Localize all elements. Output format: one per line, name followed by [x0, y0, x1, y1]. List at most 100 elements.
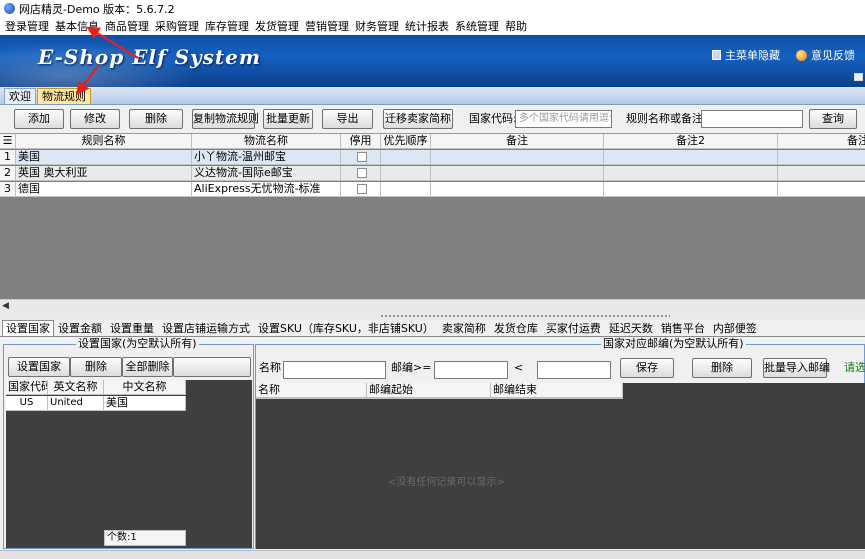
tab-internal-notes[interactable]: 内部便签: [709, 320, 761, 336]
postcode-from-input[interactable]: [434, 361, 508, 379]
col-chinese-name[interactable]: 中文名称: [104, 380, 186, 395]
table-row[interactable]: 2 英国 奥大利亚 义达物流-国际e邮宝: [0, 166, 865, 181]
cell-country-code[interactable]: US: [6, 396, 48, 411]
postcode-save-button[interactable]: 保存: [620, 358, 674, 378]
country-code-input[interactable]: 多个国家代码请用逗号: [515, 110, 612, 128]
menu-system[interactable]: 系统管理: [454, 18, 504, 34]
cell-priority[interactable]: [381, 150, 431, 165]
feedback-link[interactable]: 意见反馈: [796, 47, 855, 63]
tab-set-country[interactable]: 设置国家: [2, 320, 54, 336]
cell-rule[interactable]: 美国: [16, 150, 192, 165]
menu-help[interactable]: 帮助: [504, 18, 532, 34]
cell-rule[interactable]: 德国: [16, 182, 192, 197]
tab-set-weight[interactable]: 设置重量: [106, 320, 158, 336]
tab-welcome[interactable]: 欢迎: [4, 88, 36, 104]
col-postcode-name[interactable]: 名称: [256, 383, 367, 398]
header-banner: E-Shop Elf System 主菜单隐藏 意见反馈: [0, 35, 865, 87]
migrate-seller-button[interactable]: 迁移卖家简称: [383, 109, 453, 129]
disabled-checkbox[interactable]: [356, 152, 367, 162]
scroll-left-icon[interactable]: ◀: [2, 301, 9, 311]
cell-note2[interactable]: [604, 150, 778, 165]
disabled-checkbox[interactable]: [356, 184, 367, 194]
col-rule-name[interactable]: 规则名称: [16, 134, 192, 149]
col-priority[interactable]: 优先顺序: [381, 134, 431, 149]
cell-chinese-name[interactable]: 美国: [104, 396, 186, 411]
menu-finance[interactable]: 财务管理: [354, 18, 404, 34]
export-button[interactable]: 导出: [322, 109, 373, 129]
tab-delay-days[interactable]: 延迟天数: [605, 320, 657, 336]
horizontal-scrollbar[interactable]: ◀: [0, 299, 865, 312]
col-note3[interactable]: 备注: [778, 134, 865, 149]
restore-icon[interactable]: [854, 73, 863, 81]
app-logo: E-Shop Elf System: [38, 45, 262, 69]
cell-priority[interactable]: [381, 182, 431, 197]
cell-logistics[interactable]: 小丫物流-温州邮宝: [192, 150, 341, 165]
postcode-grid[interactable]: 名称 邮编起始 邮编结束 <没有任何记录可以显示>: [256, 383, 865, 549]
menu-shipping[interactable]: 发货管理: [254, 18, 304, 34]
tab-logistics-rules[interactable]: 物流规则: [37, 88, 91, 104]
menu-reports[interactable]: 统计报表: [404, 18, 454, 34]
cell-english-name[interactable]: United: [48, 396, 104, 411]
col-note[interactable]: 备注: [431, 134, 604, 149]
table-row[interactable]: 1 美国 小丫物流-温州邮宝: [0, 150, 865, 165]
cell-note3[interactable]: [778, 182, 865, 197]
tab-sales-platform[interactable]: 销售平台: [657, 320, 709, 336]
cell-note[interactable]: [431, 166, 604, 181]
add-button[interactable]: 添加: [14, 109, 64, 129]
copy-rule-button[interactable]: 复制物流规则: [192, 109, 259, 129]
tab-set-sku[interactable]: 设置SKU（库存SKU，非店铺SKU）: [254, 320, 438, 336]
batch-update-button[interactable]: 批量更新: [263, 109, 313, 129]
col-postcode-start[interactable]: 邮编起始: [367, 383, 491, 398]
splitter-grip-icon[interactable]: [380, 314, 670, 318]
table-row[interactable]: 3 德国 AliExpress无忧物流-标准: [0, 182, 865, 197]
postcode-name-input[interactable]: [283, 361, 386, 379]
disabled-checkbox[interactable]: [356, 168, 367, 178]
grid-menu-icon[interactable]: ☰: [0, 134, 16, 149]
cell-disabled: [341, 150, 381, 165]
cell-rule[interactable]: 英国 奥大利亚: [16, 166, 192, 181]
postcode-to-input[interactable]: [537, 361, 611, 379]
cell-logistics[interactable]: AliExpress无忧物流-标准: [192, 182, 341, 197]
cell-note2[interactable]: [604, 182, 778, 197]
cell-note[interactable]: [431, 182, 604, 197]
tab-set-store-shipping[interactable]: 设置店铺运输方式: [158, 320, 254, 336]
cell-note3[interactable]: [778, 166, 865, 181]
col-note2[interactable]: 备注2: [604, 134, 778, 149]
col-country-code[interactable]: 国家代码: [6, 380, 48, 395]
delete-button[interactable]: 删除: [129, 109, 183, 129]
query-button[interactable]: 查询: [809, 109, 857, 129]
rule-search-input[interactable]: [701, 110, 803, 128]
country-delete-button[interactable]: 删除: [70, 357, 122, 377]
set-country-button[interactable]: 设置国家: [8, 357, 70, 377]
edit-button[interactable]: 修改: [70, 109, 120, 129]
menu-products[interactable]: 商品管理: [104, 18, 154, 34]
col-english-name[interactable]: 英文名称: [48, 380, 104, 395]
postcode-delete-button[interactable]: 删除: [692, 358, 752, 378]
menu-purchasing[interactable]: 采购管理: [154, 18, 204, 34]
table-row[interactable]: US United 美国: [6, 396, 186, 411]
country-grid[interactable]: 国家代码 英文名称 中文名称 US United 美国 个数:1: [6, 380, 252, 548]
cell-priority[interactable]: [381, 166, 431, 181]
tab-buyer-shipping[interactable]: 买家付运费: [542, 320, 605, 336]
cell-note[interactable]: [431, 150, 604, 165]
cell-logistics[interactable]: 义达物流-国际e邮宝: [192, 166, 341, 181]
cell-note3[interactable]: [778, 150, 865, 165]
tab-set-amount[interactable]: 设置金额: [54, 320, 106, 336]
menu-hide-icon: [712, 50, 721, 60]
cell-note2[interactable]: [604, 166, 778, 181]
batch-import-postcode-button[interactable]: 批量导入邮编: [763, 358, 830, 378]
tab-seller-alias[interactable]: 卖家简称: [438, 320, 490, 336]
menu-login[interactable]: 登录管理: [4, 18, 54, 34]
menu-basic-info[interactable]: 基本信息: [54, 18, 104, 34]
col-disabled[interactable]: 停用: [341, 134, 381, 149]
tab-warehouse[interactable]: 发货仓库: [490, 320, 542, 336]
col-postcode-end[interactable]: 邮编结束: [491, 383, 623, 398]
title-bar: 网店精灵-Demo 版本：5.6.7.2: [0, 0, 865, 17]
col-logistics-name[interactable]: 物流名称: [192, 134, 341, 149]
menu-inventory[interactable]: 库存管理: [204, 18, 254, 34]
menu-hide-link[interactable]: 主菜单隐藏: [712, 47, 780, 63]
panel-splitter[interactable]: [0, 312, 865, 320]
rules-grid[interactable]: ☰ 规则名称 物流名称 停用 优先顺序 备注 备注2 备注 1 美国 小丫物流-…: [0, 133, 865, 303]
country-delete-all-button[interactable]: 全部删除: [122, 357, 173, 377]
menu-marketing[interactable]: 营销管理: [304, 18, 354, 34]
